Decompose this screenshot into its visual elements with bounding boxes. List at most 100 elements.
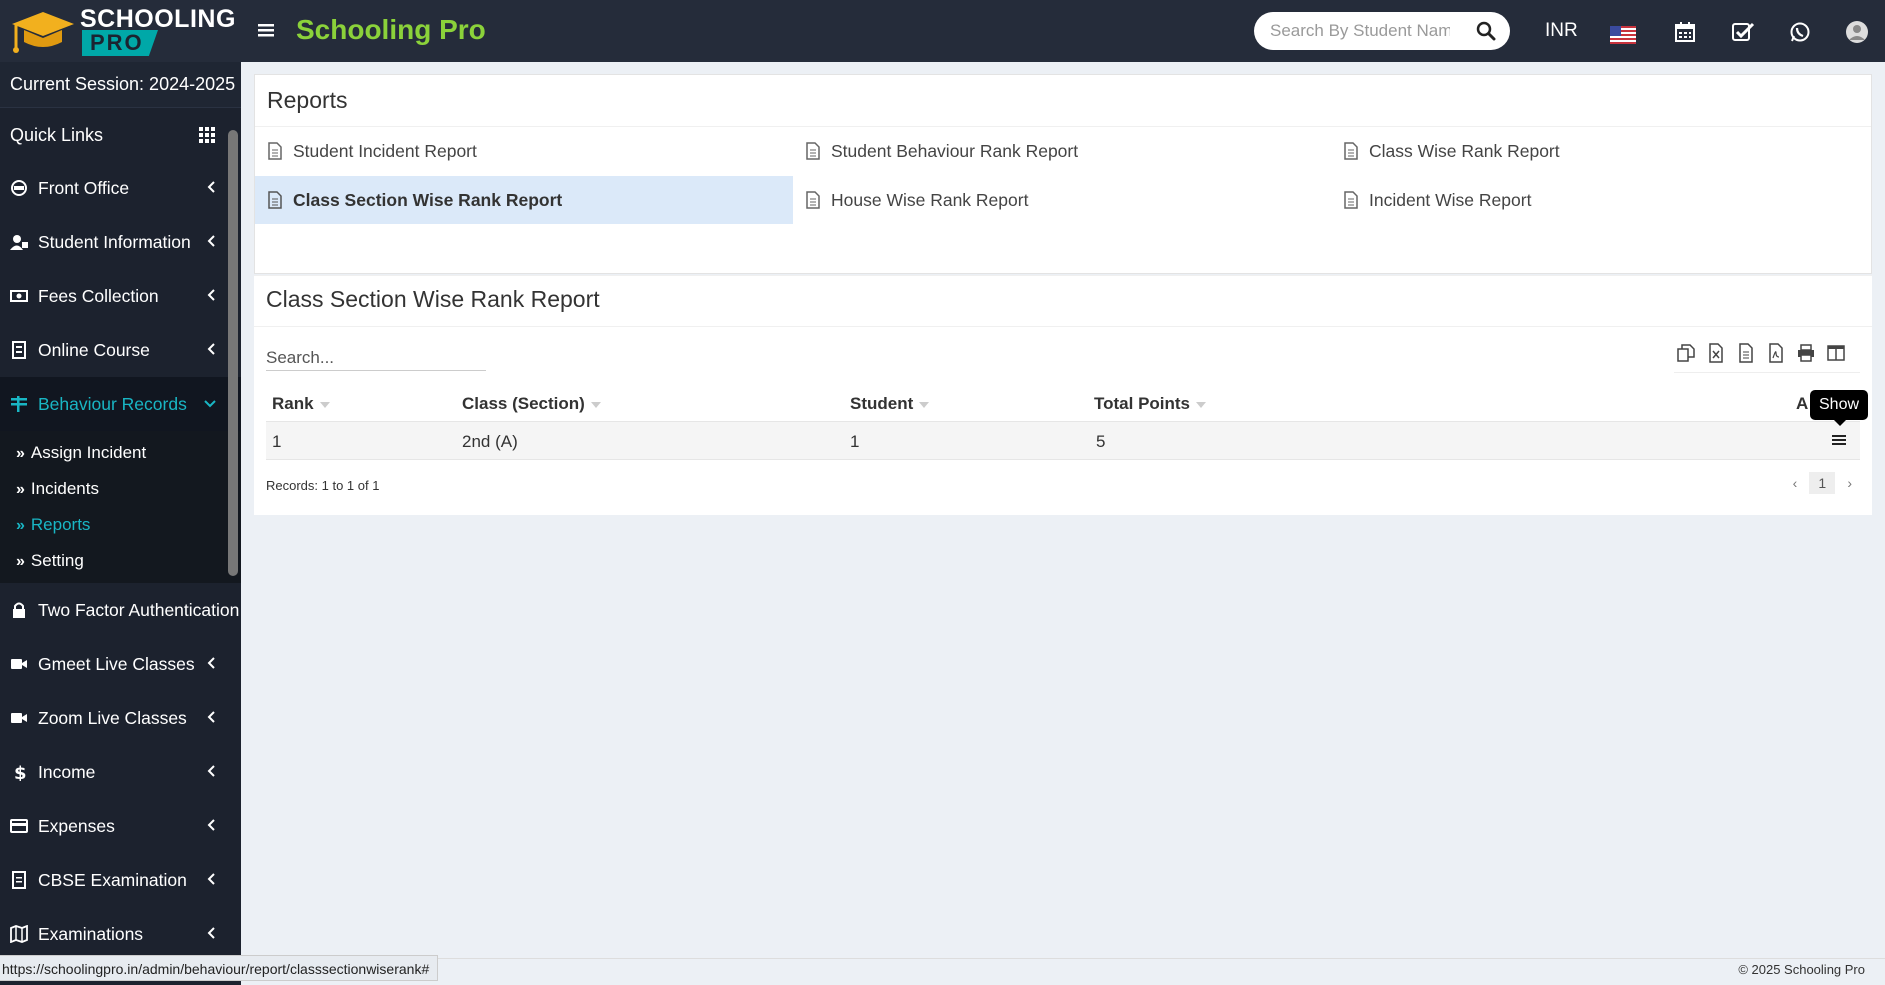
columns-icon[interactable] [1826, 343, 1846, 363]
column-header-student[interactable]: Student [850, 394, 930, 414]
sidebar-item-fees-collection[interactable]: Fees Collection [0, 269, 241, 323]
sidebar-item-income[interactable]: $ Income [0, 745, 241, 799]
logo[interactable]: SCHOOLING PRO [0, 0, 241, 62]
double-chevron-icon: » [16, 445, 25, 462]
sidebar-item-cbse-examination[interactable]: CBSE Examination [0, 853, 241, 907]
excel-icon[interactable] [1706, 343, 1726, 363]
menu-toggle-icon[interactable] [258, 18, 278, 42]
sort-icon [590, 401, 601, 408]
report-link-label: Student Behaviour Rank Report [831, 140, 1079, 161]
sidebar-item-behaviour-records[interactable]: Behaviour Records [0, 377, 241, 431]
sidebar-item-label: Front Office [38, 177, 130, 198]
sidebar-item-zoom-live-classes[interactable]: Zoom Live Classes [0, 691, 241, 745]
cell-student: 1 [850, 432, 860, 451]
cell-total-points: 5 [1096, 432, 1106, 451]
quick-links[interactable]: Quick Links [0, 107, 241, 161]
report-link-student-incident[interactable]: Student Incident Report [255, 127, 793, 175]
task-check-icon[interactable] [1731, 19, 1755, 45]
sidebar-item-two-factor-authentication[interactable]: Two Factor Authentication [0, 583, 241, 637]
sidebar-item-label: Examinations [38, 923, 144, 944]
pdf-icon[interactable] [1766, 343, 1786, 363]
video-icon [11, 659, 27, 669]
copy-icon[interactable] [1676, 343, 1696, 363]
sidebar-scrollbar[interactable] [228, 130, 238, 576]
chevron-left-icon [207, 927, 215, 939]
us-flag-icon[interactable] [1610, 22, 1636, 48]
table-search-input[interactable] [266, 345, 486, 371]
report-link-label: Incident Wise Report [1369, 189, 1532, 210]
csv-file-icon[interactable] [1736, 343, 1756, 363]
report-link-student-behaviour-rank[interactable]: Student Behaviour Rank Report [793, 127, 1331, 175]
submenu-item-setting[interactable]: » Setting [0, 543, 241, 579]
report-link-incident-wise[interactable]: Incident Wise Report [1331, 176, 1869, 224]
next-page-button[interactable]: › [1843, 475, 1856, 491]
document-icon [806, 191, 820, 209]
behaviour-icon [11, 396, 27, 412]
report-link-class-wise-rank[interactable]: Class Wise Rank Report [1331, 127, 1869, 175]
grid-icon[interactable] [199, 127, 215, 143]
video-icon [11, 713, 27, 723]
status-url: https://schoolingpro.in/admin/behaviour/… [0, 955, 439, 981]
report-link-class-section-wise-rank[interactable]: Class Section Wise Rank Report [255, 176, 793, 224]
report-link-house-wise-rank[interactable]: House Wise Rank Report [793, 176, 1331, 224]
column-header-label: Rank [272, 394, 314, 413]
student-search [1254, 12, 1510, 50]
sidebar-item-student-information[interactable]: Student Information [0, 215, 241, 269]
table-header: Rank Class (Section) Student Total Point… [266, 386, 1860, 422]
column-header-rank[interactable]: Rank [272, 394, 330, 414]
sidebar: Current Session: 2024-2025 Quick Links F… [0, 62, 241, 985]
currency-selector[interactable]: INR [1545, 20, 1578, 46]
column-header-class-section[interactable]: Class (Section) [462, 394, 601, 414]
chevron-left-icon [207, 657, 215, 669]
student-search-input[interactable] [1270, 20, 1450, 42]
chevron-left-icon [207, 235, 215, 247]
sidebar-item-label: Two Factor Authentication [38, 599, 240, 620]
sidebar-item-examinations[interactable]: Examinations [0, 907, 241, 961]
chevron-left-icon [207, 711, 215, 723]
print-icon[interactable] [1796, 343, 1816, 363]
sort-icon [319, 401, 330, 408]
column-header-label: Class (Section) [462, 394, 585, 413]
submenu-item-assign-incident[interactable]: » Assign Incident [0, 435, 241, 471]
sort-icon [1196, 401, 1207, 408]
search-icon[interactable] [1476, 21, 1496, 41]
card-icon [10, 819, 28, 833]
calendar-icon[interactable] [1674, 19, 1696, 45]
user-avatar[interactable] [1845, 19, 1869, 45]
whatsapp-icon[interactable] [1789, 19, 1811, 45]
chevron-left-icon [207, 765, 215, 777]
logo-badge: PRO [82, 30, 158, 56]
rank-table: Rank Class (Section) Student Total Point… [266, 386, 1860, 460]
brand-title: Schooling Pro [296, 14, 486, 45]
student-icon [10, 235, 28, 250]
column-header-total-points[interactable]: Total Points [1094, 394, 1207, 414]
sidebar-item-gmeet-live-classes[interactable]: Gmeet Live Classes [0, 637, 241, 691]
document-icon [12, 871, 26, 889]
export-toolbar [1676, 343, 1846, 363]
sidebar-item-expenses[interactable]: Expenses [0, 799, 241, 853]
quick-links-label: Quick Links [10, 125, 104, 145]
chevron-down-icon [204, 400, 216, 408]
sidebar-item-label: Income [38, 761, 96, 782]
show-menu-icon[interactable] [1830, 431, 1848, 449]
column-header-action[interactable]: A [1796, 394, 1808, 414]
double-chevron-icon: » [16, 481, 25, 498]
sidebar-item-front-office[interactable]: Front Office [0, 161, 241, 215]
sidebar-item-online-course[interactable]: Online Course [0, 323, 241, 377]
document-icon [1344, 142, 1358, 160]
chevron-left-icon [207, 181, 215, 193]
chevron-left-icon [207, 343, 215, 355]
divider [254, 326, 1872, 327]
sort-icon [919, 401, 930, 408]
rank-report-title: Class Section Wise Rank Report [266, 286, 600, 312]
sidebar-item-label: Expenses [38, 815, 115, 836]
report-link-label: House Wise Rank Report [831, 189, 1029, 210]
chevron-left-icon [207, 873, 215, 885]
show-tooltip: Show [1810, 390, 1869, 426]
reports-panel: Reports Student Incident Report Student … [254, 74, 1872, 274]
prev-page-button[interactable]: ‹ [1789, 475, 1802, 491]
sidebar-item-label: Zoom Live Classes [38, 707, 187, 728]
page-button[interactable]: 1 [1809, 472, 1836, 494]
submenu-item-incidents[interactable]: » Incidents [0, 471, 241, 507]
submenu-item-reports[interactable]: » Reports [0, 507, 241, 543]
